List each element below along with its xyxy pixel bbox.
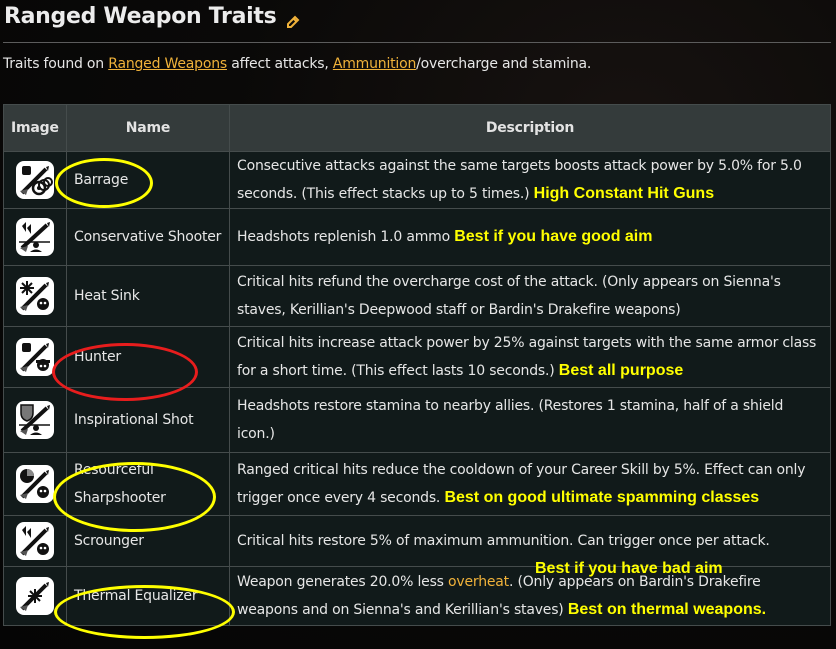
- trait-name[interactable]: Scrounger: [74, 533, 144, 549]
- header-name[interactable]: Name: [66, 104, 230, 152]
- trait-name[interactable]: Resourceful Sharpshooter: [74, 462, 166, 506]
- intro-prefix: Traits found on: [3, 56, 109, 72]
- trait-name[interactable]: Conservative Shooter: [74, 229, 221, 245]
- trait-note: Best on thermal weapons.: [567, 601, 767, 618]
- thermal-equalizer-trait-icon[interactable]: [16, 577, 54, 615]
- ammunition-link[interactable]: Ammunition: [333, 56, 417, 72]
- intro-middle: affect attacks,: [226, 56, 333, 72]
- pencil-icon[interactable]: [286, 10, 300, 28]
- conservative-shooter-trait-icon[interactable]: [16, 218, 54, 256]
- trait-name[interactable]: Inspirational Shot: [74, 412, 194, 428]
- scrounger-trait-icon[interactable]: [16, 522, 54, 560]
- intro-text: Traits found on Ranged Weapons affect at…: [3, 56, 591, 72]
- table-row: Inspirational Shot Headshots restore sta…: [3, 387, 831, 453]
- ranged-weapons-link[interactable]: Ranged Weapons: [108, 56, 227, 72]
- trait-description: Consecutive attacks against the same tar…: [237, 158, 802, 202]
- overheat-link[interactable]: overheat: [448, 574, 509, 590]
- trait-description: Headshots replenish 1.0 ammo: [237, 229, 450, 245]
- trait-description-prefix: Weapon generates 20.0% less: [237, 574, 449, 590]
- scrounger-note: Best if you have bad aim: [535, 560, 723, 577]
- header-image[interactable]: Image: [3, 104, 67, 152]
- table-header-row: Image Name Description: [3, 104, 831, 152]
- trait-name[interactable]: Heat Sink: [74, 288, 140, 304]
- barrage-trait-icon[interactable]: [16, 161, 54, 199]
- table-row: Scrounger Critical hits restore 5% of ma…: [3, 515, 831, 567]
- trait-name[interactable]: Thermal Equalizer: [74, 588, 198, 604]
- table-row: Hunter Critical hits increase attack pow…: [3, 326, 831, 388]
- table-row: Barrage Consecutive attacks against the …: [3, 151, 831, 209]
- table-row: Heat Sink Critical hits refund the overc…: [3, 265, 831, 327]
- trait-note: Best all purpose: [558, 362, 684, 379]
- inspirational-shot-trait-icon[interactable]: [16, 401, 54, 439]
- resourceful-sharpshooter-trait-icon[interactable]: [16, 465, 54, 503]
- trait-note: Best if you have good aim: [454, 228, 653, 245]
- trait-description: Critical hits increase attack power by 2…: [237, 335, 817, 379]
- table-row: Conservative Shooter Headshots replenish…: [3, 208, 831, 266]
- trait-name[interactable]: Barrage: [74, 172, 128, 188]
- title-divider: [3, 42, 831, 43]
- trait-description: Headshots restore stamina to nearby alli…: [237, 398, 784, 442]
- header-description[interactable]: Description: [229, 104, 831, 152]
- trait-description: Critical hits restore 5% of maximum ammu…: [237, 533, 770, 549]
- trait-name[interactable]: Hunter: [74, 349, 121, 365]
- intro-suffix: /overcharge and stamina.: [416, 56, 592, 72]
- table-row: Resourceful Sharpshooter Ranged critical…: [3, 452, 831, 516]
- traits-table: Image Name Description Barrage Consecuti…: [3, 104, 831, 626]
- hunter-trait-icon[interactable]: [16, 338, 54, 376]
- trait-description: Critical hits refund the overcharge cost…: [237, 274, 781, 318]
- heat-sink-trait-icon[interactable]: [16, 277, 54, 315]
- page-title-text: Ranged Weapon Traits: [4, 4, 277, 29]
- trait-note: High Constant Hit Guns: [533, 185, 715, 202]
- trait-note: Best on good ultimate spamming classes: [444, 489, 760, 506]
- page-title: Ranged Weapon Traits: [4, 4, 300, 29]
